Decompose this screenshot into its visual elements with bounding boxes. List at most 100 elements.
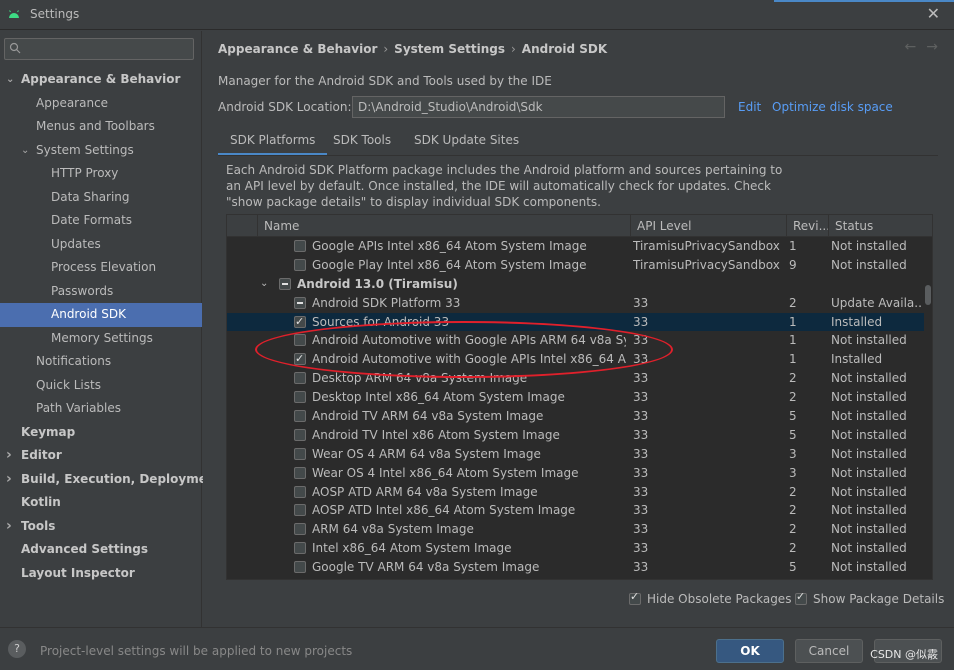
revision: 2 <box>789 522 797 537</box>
revision: 1 <box>789 352 797 367</box>
revision: 5 <box>789 560 797 575</box>
sidebar-item-appearance-behavior[interactable]: ⌄ Appearance & Behavior <box>0 68 202 92</box>
cancel-button[interactable]: Cancel <box>795 639 863 663</box>
forward-arrow-icon[interactable]: → <box>926 39 938 55</box>
package-checkbox[interactable] <box>294 391 306 404</box>
sidebar-item-notifications[interactable]: Notifications <box>0 350 202 374</box>
install-status: Not installed <box>831 503 907 518</box>
package-checkbox[interactable] <box>294 350 306 369</box>
table-row[interactable]: Sources for Android 33 33 1 Installed <box>227 312 932 331</box>
package-name: Desktop ARM 64 v8a System Image <box>312 371 528 386</box>
sidebar-item-quick-lists[interactable]: Quick Lists <box>0 374 202 398</box>
column-header-status[interactable]: Status <box>828 215 932 237</box>
package-checkbox[interactable] <box>294 334 306 347</box>
table-row[interactable]: AOSP ATD ARM 64 v8a System Image 33 2 Not i… <box>227 483 932 502</box>
table-group-row[interactable]: ⌄ Android 13.0 (Tiramisu) <box>227 275 932 294</box>
package-checkbox[interactable] <box>279 277 291 290</box>
package-checkbox[interactable] <box>294 542 306 555</box>
package-checkbox[interactable] <box>294 447 306 460</box>
show-details-option[interactable]: Show Package Details <box>795 590 944 606</box>
close-icon[interactable]: ✕ <box>927 4 940 23</box>
table-row[interactable]: Android Automotive with Google APIs ARM … <box>227 331 932 350</box>
tab-sdk-update-sites[interactable]: SDK Update Sites <box>402 128 531 156</box>
table-row[interactable]: Android SDK Platform 33 33 2 Update Availa.… <box>227 294 932 313</box>
table-row[interactable]: Desktop Intel x86_64 Atom System Image 33… <box>227 388 932 407</box>
package-checkbox[interactable] <box>294 485 306 498</box>
chevron-right-icon[interactable]: › <box>6 515 12 539</box>
sidebar-item-label: System Settings <box>36 142 134 157</box>
sidebar-item-menus-and-toolbars[interactable]: Menus and Toolbars <box>0 115 202 139</box>
sidebar-item-date-formats[interactable]: Date Formats <box>0 209 202 233</box>
sidebar-item-passwords[interactable]: Passwords <box>0 280 202 304</box>
ok-button[interactable]: OK <box>716 639 784 663</box>
install-status: Not installed <box>831 257 907 272</box>
sidebar-item-kotlin[interactable]: Kotlin <box>0 491 202 515</box>
chevron-down-icon[interactable]: ⌄ <box>21 139 29 163</box>
sidebar-item-advanced-settings[interactable]: Advanced Settings <box>0 538 202 562</box>
hide-obsolete-checkbox[interactable] <box>629 590 641 605</box>
table-row[interactable]: Intel x86_64 Atom System Image 33 2 Not ins… <box>227 539 932 558</box>
install-status: Not installed <box>831 560 907 575</box>
sidebar-item-label: Appearance <box>36 95 109 110</box>
table-row[interactable]: AOSP ATD Intel x86_64 Atom System Image 3… <box>227 501 932 520</box>
chevron-down-icon[interactable]: ⌄ <box>260 275 268 294</box>
column-header-revision[interactable]: Revi... <box>786 215 828 237</box>
sidebar-item-data-sharing[interactable]: Data Sharing <box>0 186 202 210</box>
hide-obsolete-option[interactable]: Hide Obsolete Packages <box>629 590 791 606</box>
sidebar-item-build-execution-deployment[interactable]: › Build, Execution, Deployment <box>0 468 221 492</box>
sdk-location-field[interactable]: D:\Android_Studio\Android\Sdk <box>352 96 725 118</box>
scrollbar-thumb[interactable] <box>925 285 931 305</box>
sidebar-item-memory-settings[interactable]: Memory Settings <box>0 327 202 351</box>
sidebar-item-process-elevation[interactable]: Process Elevation <box>0 256 202 280</box>
table-row[interactable]: Android TV ARM 64 v8a System Image 33 5 Not… <box>227 407 932 426</box>
table-row[interactable]: Android TV Intel x86 Atom System Image 33… <box>227 426 932 445</box>
package-checkbox[interactable] <box>294 428 306 441</box>
package-checkbox[interactable] <box>294 410 306 423</box>
sidebar-item-layout-inspector[interactable]: Layout Inspector <box>0 562 202 586</box>
package-checkbox[interactable] <box>294 561 306 574</box>
tab-sdk-platforms[interactable]: SDK Platforms <box>218 128 328 156</box>
sidebar-item-system-settings[interactable]: ⌄ System Settings <box>0 139 202 163</box>
sidebar-item-android-sdk[interactable]: Android SDK <box>0 303 202 327</box>
sidebar-item-editor[interactable]: › Editor <box>0 444 202 468</box>
package-checkbox[interactable] <box>294 372 306 385</box>
chevron-down-icon[interactable]: ⌄ <box>6 68 14 92</box>
help-icon[interactable]: ? <box>8 640 26 658</box>
table-row[interactable]: Wear OS 4 ARM 64 v8a System Image 33 3 Not … <box>227 445 932 464</box>
table-scrollbar[interactable] <box>924 237 932 579</box>
package-checkbox[interactable] <box>294 466 306 479</box>
api-level: 33 <box>633 390 649 405</box>
install-status: Not installed <box>831 333 907 348</box>
sidebar-item-http-proxy[interactable]: HTTP Proxy <box>0 162 202 186</box>
install-status: Not installed <box>831 484 907 499</box>
sidebar-item-tools[interactable]: › Tools <box>0 515 202 539</box>
back-arrow-icon[interactable]: ← <box>905 39 917 55</box>
table-row[interactable]: Google TV ARM 64 v8a System Image 33 5 Not … <box>227 558 932 577</box>
package-checkbox[interactable] <box>294 523 306 536</box>
chevron-right-icon[interactable]: › <box>6 444 12 468</box>
column-header-name[interactable]: Name <box>257 215 630 237</box>
table-row[interactable]: Google APIs Intel x86_64 Atom System Ima… <box>227 237 932 256</box>
chevron-right-icon[interactable]: › <box>6 468 12 492</box>
table-row[interactable]: Android Automotive with Google APIs Inte… <box>227 350 932 369</box>
package-checkbox[interactable] <box>294 258 306 271</box>
sidebar-item-appearance[interactable]: Appearance <box>0 92 202 116</box>
edit-link[interactable]: Edit <box>738 100 761 114</box>
column-header-api-level[interactable]: API Level <box>630 215 786 237</box>
tab-sdk-tools[interactable]: SDK Tools <box>321 128 403 156</box>
package-checkbox[interactable] <box>294 240 306 252</box>
sidebar-item-updates[interactable]: Updates <box>0 233 202 257</box>
sidebar-item-path-variables[interactable]: Path Variables <box>0 397 202 421</box>
table-row[interactable]: ARM 64 v8a System Image 33 2 Not installed <box>227 520 932 539</box>
sidebar-item-keymap[interactable]: Keymap <box>0 421 202 445</box>
package-checkbox[interactable] <box>294 296 306 309</box>
table-row[interactable]: Wear OS 4 Intel x86_64 Atom System Image… <box>227 464 932 483</box>
package-checkbox[interactable] <box>294 504 306 517</box>
api-level: TiramisuPrivacySandbox <box>633 257 780 272</box>
show-details-checkbox[interactable] <box>795 590 807 605</box>
package-checkbox[interactable] <box>294 313 306 331</box>
table-row[interactable]: Google Play Intel x86_64 Atom System Ima… <box>227 256 932 275</box>
table-row[interactable]: Desktop ARM 64 v8a System Image 33 2 Not in… <box>227 369 932 388</box>
search-input[interactable] <box>4 38 194 60</box>
optimize-disk-space-link[interactable]: Optimize disk space <box>772 100 893 114</box>
